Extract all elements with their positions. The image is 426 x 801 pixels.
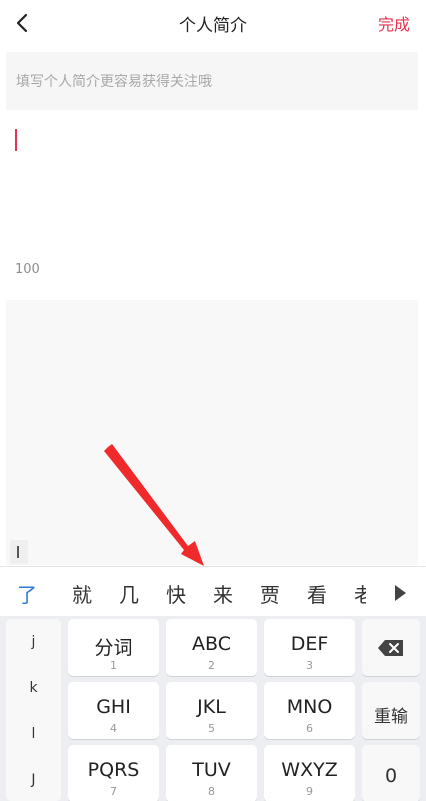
char-count: 100 bbox=[15, 262, 40, 277]
key-1[interactable]: 分词 1 bbox=[68, 619, 159, 676]
key-5[interactable]: JKL 5 bbox=[166, 682, 257, 739]
key-digit: 4 bbox=[110, 722, 117, 735]
candidate-item[interactable]: 几 bbox=[119, 579, 139, 608]
side-letter[interactable]: l bbox=[6, 726, 61, 742]
key-label: PQRS bbox=[87, 759, 140, 781]
bio-input[interactable]: 100 bbox=[6, 110, 418, 300]
candidate-item[interactable]: 快 bbox=[166, 579, 186, 608]
zero-label: 0 bbox=[384, 765, 398, 787]
candidate-item[interactable]: 老 bbox=[354, 579, 366, 608]
side-letter[interactable]: J bbox=[6, 772, 61, 788]
key-digit: 2 bbox=[208, 659, 215, 672]
key-digit: 9 bbox=[306, 785, 313, 798]
top-bar: 个人简介 完成 bbox=[0, 0, 426, 48]
key-digit: 6 bbox=[306, 722, 313, 735]
key-digit: 3 bbox=[306, 659, 313, 672]
key-label: ABC bbox=[192, 633, 231, 655]
key-digit: 7 bbox=[110, 785, 117, 798]
triangle-right-icon[interactable] bbox=[395, 585, 406, 601]
key-digit: 8 bbox=[208, 785, 215, 798]
key-label: JKL bbox=[197, 696, 226, 718]
key-digit: 5 bbox=[208, 722, 215, 735]
text-caret bbox=[15, 129, 17, 151]
zero-key[interactable]: 0 bbox=[362, 745, 420, 801]
key-2[interactable]: ABC 2 bbox=[166, 619, 257, 676]
key-digit: 1 bbox=[110, 659, 117, 672]
key-label: MNO bbox=[286, 696, 333, 718]
side-letter[interactable]: k bbox=[6, 680, 61, 696]
candidate-item[interactable]: 就 bbox=[72, 579, 92, 608]
page-title: 个人简介 bbox=[179, 16, 247, 36]
ime-keyboard: j k l J 分词 1 ABC 2 DEF 3 GHI 4 JKL 5 MNO… bbox=[0, 616, 426, 801]
key-7[interactable]: PQRS 7 bbox=[68, 745, 159, 801]
candidate-item[interactable]: 了 bbox=[17, 579, 37, 608]
candidate-item[interactable]: 看 bbox=[307, 579, 327, 608]
key-4[interactable]: GHI 4 bbox=[68, 682, 159, 739]
key-6[interactable]: MNO 6 bbox=[264, 682, 355, 739]
bio-placeholder: 填写个人简介更容易获得关注哦 bbox=[16, 74, 212, 90]
handle-tab[interactable] bbox=[10, 540, 28, 564]
bio-hint-bar: 填写个人简介更容易获得关注哦 bbox=[6, 52, 418, 110]
candidate-item[interactable]: 来 bbox=[213, 579, 233, 608]
content-spacer bbox=[6, 300, 418, 565]
key-label: WXYZ bbox=[281, 759, 338, 781]
candidate-item[interactable]: 贾 bbox=[260, 579, 280, 608]
backspace-icon bbox=[378, 640, 403, 656]
ime-candidate-bar: 了 就 几 快 来 贾 看 老 bbox=[0, 566, 426, 616]
handle-line bbox=[17, 546, 19, 558]
key-label: TUV bbox=[192, 759, 231, 781]
side-letter[interactable]: j bbox=[6, 634, 61, 650]
done-button[interactable]: 完成 bbox=[378, 11, 410, 35]
reenter-label: 重输 bbox=[374, 707, 408, 727]
key-3[interactable]: DEF 3 bbox=[264, 619, 355, 676]
key-9[interactable]: WXYZ 9 bbox=[264, 745, 355, 801]
key-8[interactable]: TUV 8 bbox=[166, 745, 257, 801]
key-label: 分词 bbox=[94, 637, 133, 659]
reenter-key[interactable]: 重输 bbox=[362, 682, 420, 739]
key-label: DEF bbox=[290, 633, 329, 655]
key-label: GHI bbox=[96, 696, 131, 718]
backspace-key[interactable] bbox=[362, 619, 420, 676]
letter-column[interactable]: j k l J bbox=[6, 619, 61, 801]
